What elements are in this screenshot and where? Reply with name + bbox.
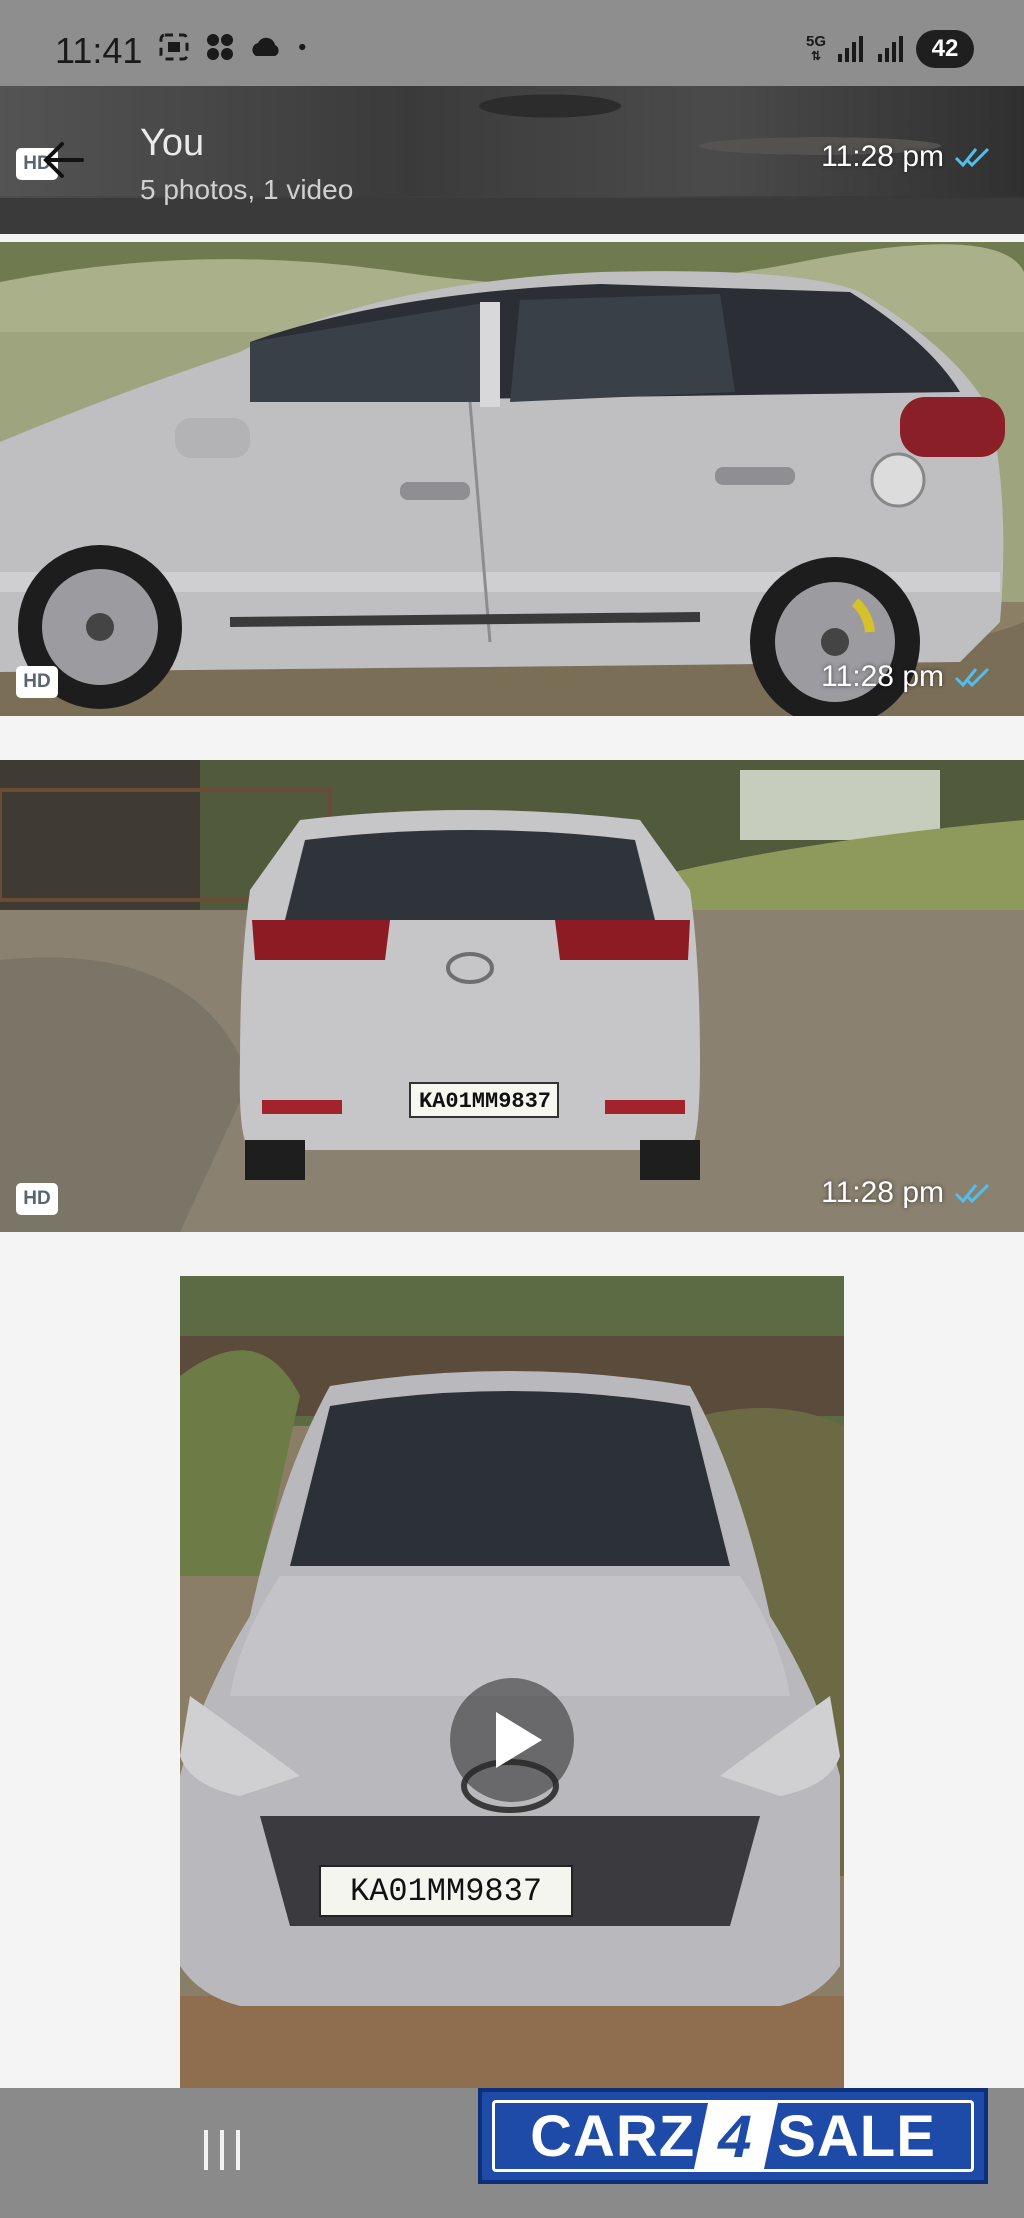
car-rear-photo [0, 760, 1024, 1232]
hd-badge: HD [16, 1183, 58, 1215]
status-bar: 11:41 5G ⇅ 42 [0, 0, 1024, 86]
play-button[interactable] [450, 1678, 574, 1802]
logo-text-sale: SALE [777, 2103, 936, 2169]
logo-frame: CARZ 4 SALE [492, 2100, 974, 2172]
timestamp-text: 11:28 pm [821, 1176, 944, 1209]
timestamp: 11:28 pm [821, 1176, 994, 1210]
play-icon [496, 1712, 542, 1768]
network-type: 5G ⇅ [805, 33, 826, 63]
data-arrows-icon: ⇅ [810, 49, 822, 63]
screenshot-icon [159, 33, 189, 61]
timestamp-text: 11:28 pm [821, 140, 944, 173]
network-label: 5G [805, 33, 826, 50]
license-plate: KA01MM9837 [418, 1088, 552, 1114]
read-ticks-icon [954, 147, 990, 168]
dot-icon [299, 43, 306, 51]
carz4sale-watermark: CARZ 4 SALE [478, 2088, 988, 2184]
media-video[interactable]: KA01MM9837 [180, 1276, 844, 2088]
clock: 11:41 [55, 30, 143, 71]
cloud-icon [252, 37, 279, 56]
media-photo-2[interactable]: KA01MM9837 HD 11:28 pm [0, 760, 1024, 1232]
signal-icon [878, 36, 903, 62]
timestamp-text: 11:28 pm [821, 660, 944, 693]
timestamp: 11:28 pm [821, 140, 994, 174]
car-side-photo [0, 242, 1024, 716]
media-count: 5 photos, 1 video [140, 174, 354, 205]
logo-text-carz: CARZ [530, 2103, 696, 2169]
license-plate: KA01MM9837 [349, 1872, 543, 1910]
chat-title: You [140, 122, 205, 164]
hd-badge: HD [16, 666, 58, 698]
notification-icons [158, 32, 316, 62]
battery-indicator: 42 [916, 30, 974, 68]
signal-icon [838, 36, 863, 62]
media-photo-1[interactable]: HD 11:28 pm [0, 242, 1024, 716]
read-ticks-icon [954, 1183, 990, 1204]
media-viewer-header: HD You 5 photos, 1 video 11:28 pm [0, 86, 1024, 234]
recent-apps-icon[interactable] [200, 2128, 244, 2172]
read-ticks-icon [954, 667, 990, 688]
fan-icon [207, 34, 233, 60]
back-arrow-icon[interactable] [38, 134, 90, 186]
logo-text-4: 4 [693, 2101, 779, 2171]
timestamp: 11:28 pm [821, 660, 994, 694]
